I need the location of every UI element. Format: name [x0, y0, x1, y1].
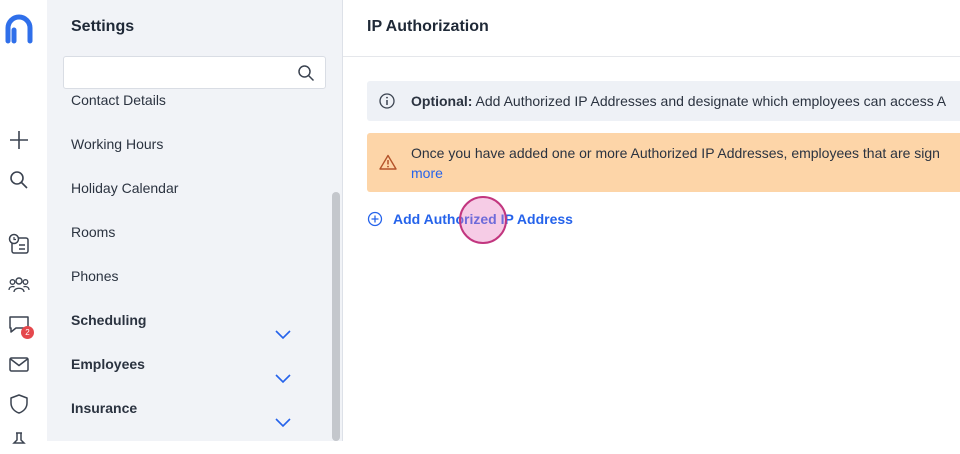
plus-icon[interactable] [7, 128, 31, 152]
settings-search[interactable] [63, 56, 326, 89]
page-header: IP Authorization [343, 0, 960, 57]
search-input[interactable] [72, 62, 286, 84]
info-icon [379, 93, 395, 112]
warning-message: Once you have added one or more Authoriz… [411, 145, 940, 161]
nav-group-label: Employees [71, 356, 145, 372]
info-text: Optional: Add Authorized IP Addresses an… [411, 93, 946, 109]
nav-group-label: Scheduling [71, 312, 147, 328]
sidebar-scrollbar[interactable] [332, 192, 340, 441]
plus-circle-icon [367, 211, 383, 227]
nav-item-label: Working Hours [71, 136, 164, 152]
app-rail: 2 [0, 0, 47, 444]
nav-item-label: Rooms [71, 224, 116, 240]
people-icon[interactable] [7, 272, 31, 296]
info-message: Add Authorized IP Addresses and designat… [472, 93, 947, 109]
search-icon[interactable] [297, 64, 315, 87]
nav-item-rooms[interactable]: Rooms [47, 210, 331, 254]
mail-icon[interactable] [7, 352, 31, 376]
read-more-link[interactable]: more [411, 165, 443, 181]
nav-item-label: Holiday Calendar [71, 180, 179, 196]
info-banner: Optional: Add Authorized IP Addresses an… [367, 81, 960, 121]
nav-group-insurance[interactable]: Insurance [47, 386, 331, 430]
nav-item-label: Contact Details [71, 92, 166, 108]
chevron-down-icon [275, 401, 291, 441]
nav-group-employees[interactable]: Employees [47, 342, 331, 386]
pin-icon[interactable] [7, 430, 31, 454]
warning-banner: Once you have added one or more Authoriz… [367, 133, 960, 192]
search-icon[interactable] [7, 168, 31, 192]
settings-sidebar: Settings Contact Details Working Hours H… [47, 0, 343, 441]
chat-badge: 2 [21, 326, 34, 339]
nav-group-label: Insurance [71, 400, 138, 416]
settings-nav: Contact Details Working Hours Holiday Ca… [47, 78, 331, 430]
calendar-clock-icon[interactable] [7, 232, 31, 256]
nav-group-scheduling[interactable]: Scheduling [47, 298, 331, 342]
app-logo[interactable] [4, 14, 34, 44]
click-indicator [459, 196, 507, 244]
warning-icon [379, 154, 397, 173]
nav-item-label: Phones [71, 268, 119, 284]
shield-icon[interactable] [7, 392, 31, 416]
nav-item-phones[interactable]: Phones [47, 254, 331, 298]
page-title: IP Authorization [367, 18, 489, 35]
main-content: IP Authorization Optional: Add Authorize… [343, 0, 960, 441]
sidebar-title: Settings [71, 18, 135, 35]
info-label: Optional: [411, 93, 473, 109]
nav-item-working-hours[interactable]: Working Hours [47, 122, 331, 166]
nav-item-holiday-calendar[interactable]: Holiday Calendar [47, 166, 331, 210]
